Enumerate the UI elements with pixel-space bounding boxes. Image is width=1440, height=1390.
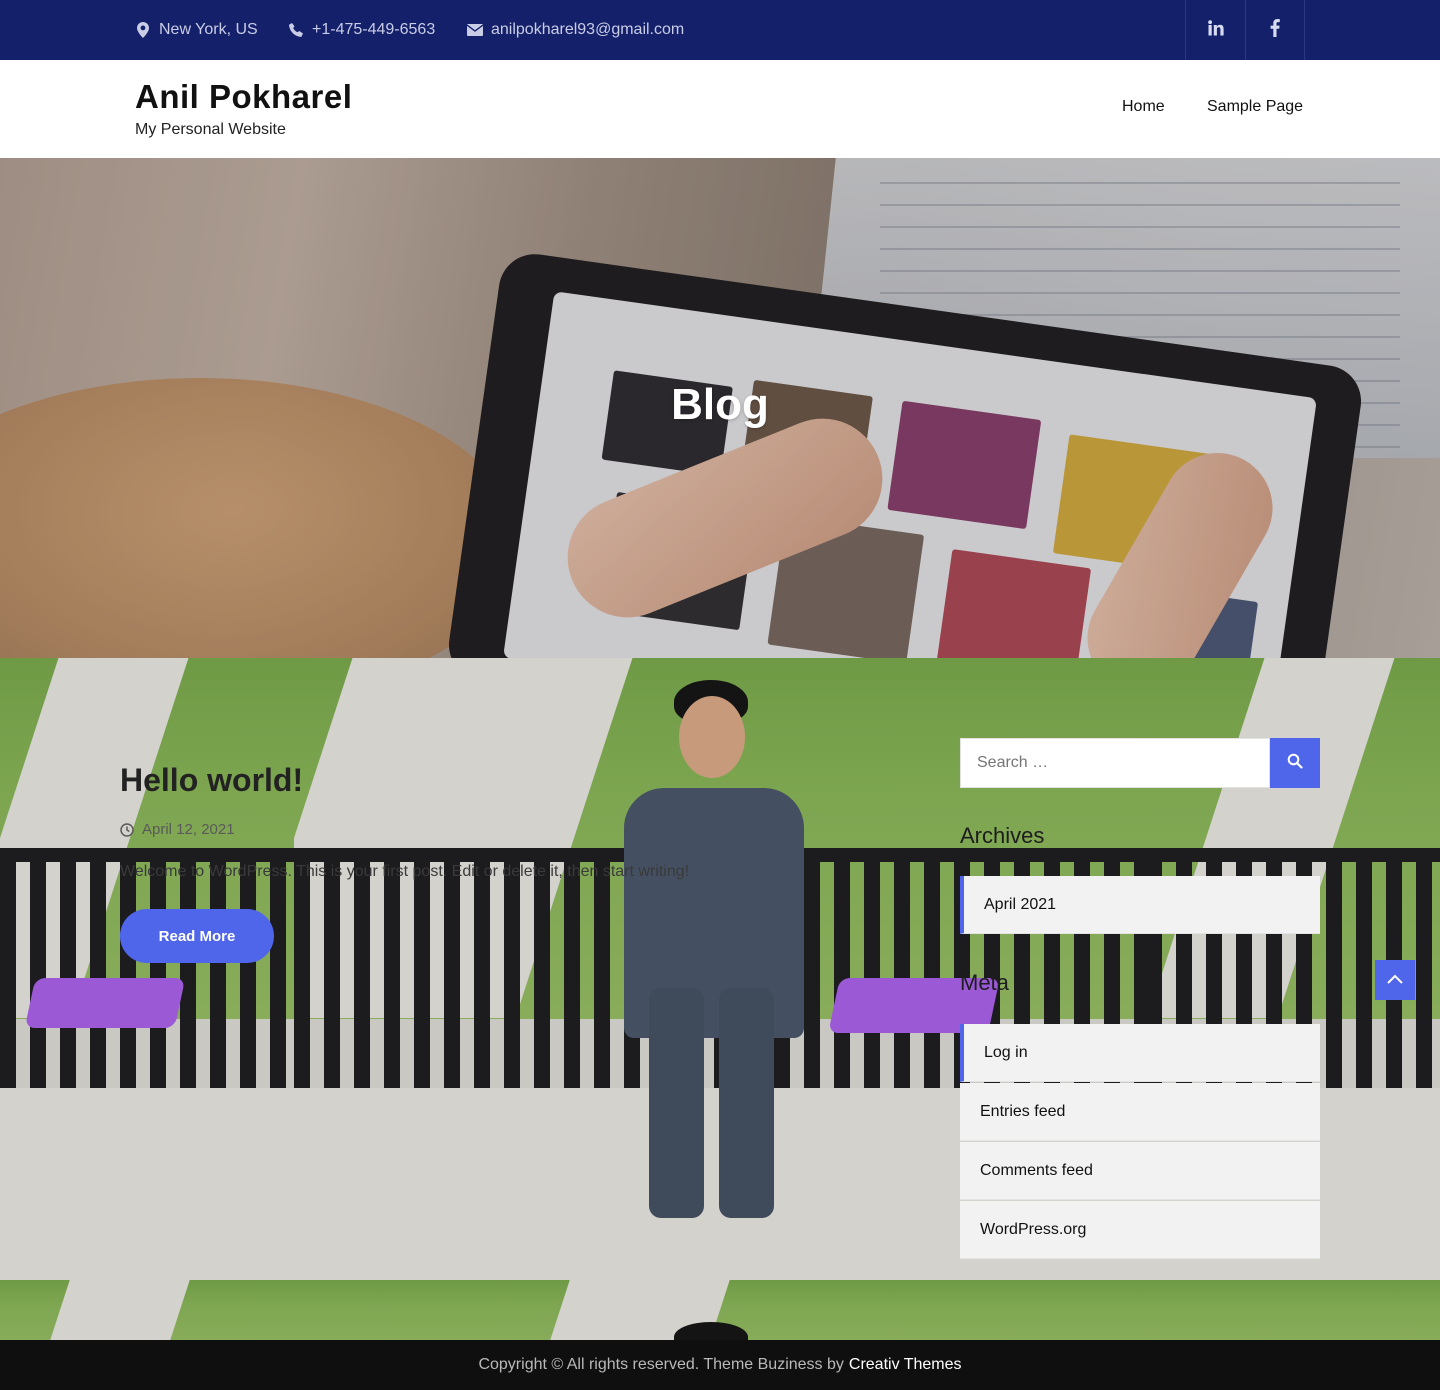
read-more-button[interactable]: Read More bbox=[120, 909, 274, 963]
chevron-up-icon bbox=[1387, 971, 1403, 989]
meta-comments-feed-link[interactable]: Comments feed bbox=[960, 1142, 1320, 1200]
envelope-icon bbox=[467, 22, 483, 38]
site-footer: Copyright © All rights reserved. Theme B… bbox=[0, 1340, 1440, 1390]
back-to-top-button[interactable] bbox=[1375, 960, 1415, 1000]
phone-icon bbox=[288, 22, 304, 38]
phone-text: +1-475-449-6563 bbox=[312, 21, 436, 38]
location-text: New York, US bbox=[159, 21, 258, 38]
location-info: New York, US bbox=[135, 0, 258, 60]
nav-home[interactable]: Home bbox=[1122, 98, 1165, 116]
page-banner: Blog bbox=[0, 158, 1440, 658]
map-marker-icon bbox=[135, 22, 151, 38]
bg-photo-left bbox=[0, 658, 294, 1280]
search-input[interactable] bbox=[960, 738, 1270, 788]
meta-login-link[interactable]: Log in bbox=[960, 1024, 1320, 1082]
top-bar: New York, US +1-475-449-6563 anilpokhare… bbox=[0, 0, 1440, 60]
facebook-button[interactable] bbox=[1245, 0, 1305, 60]
post-date-text: April 12, 2021 bbox=[142, 821, 235, 838]
search-icon bbox=[1287, 753, 1303, 774]
archive-link[interactable]: April 2021 bbox=[960, 876, 1320, 934]
email-text: anilpokharel93@gmail.com bbox=[491, 21, 685, 38]
site-title[interactable]: Anil Pokharel bbox=[135, 78, 352, 116]
page-title: Blog bbox=[671, 380, 769, 429]
linkedin-icon bbox=[1207, 19, 1224, 41]
linkedin-button[interactable] bbox=[1185, 0, 1245, 60]
email-info[interactable]: anilpokharel93@gmail.com bbox=[467, 0, 684, 60]
meta-title: Meta bbox=[960, 970, 1009, 995]
footer-credit-link[interactable]: Creativ Themes bbox=[849, 1356, 962, 1374]
post-excerpt: Welcome to WordPress. This is your first… bbox=[120, 863, 690, 880]
facebook-icon bbox=[1270, 18, 1280, 42]
site-header: Anil Pokharel My Personal Website Home S… bbox=[0, 60, 1440, 158]
bg-photo-repeat-strip bbox=[0, 1280, 1440, 1340]
post-title[interactable]: Hello world! bbox=[120, 762, 303, 799]
search-button[interactable] bbox=[1270, 738, 1320, 788]
meta-wordpress-link[interactable]: WordPress.org bbox=[960, 1201, 1320, 1259]
meta-entries-feed-link[interactable]: Entries feed bbox=[960, 1083, 1320, 1141]
phone-info[interactable]: +1-475-449-6563 bbox=[288, 0, 435, 60]
nav-sample-page[interactable]: Sample Page bbox=[1207, 98, 1303, 116]
clock-icon bbox=[120, 822, 134, 837]
post-date[interactable]: April 12, 2021 bbox=[120, 821, 235, 838]
archives-title: Archives bbox=[960, 823, 1045, 848]
footer-copyright: Copyright © All rights reserved. Theme B… bbox=[478, 1356, 844, 1373]
site-tagline: My Personal Website bbox=[135, 121, 286, 138]
